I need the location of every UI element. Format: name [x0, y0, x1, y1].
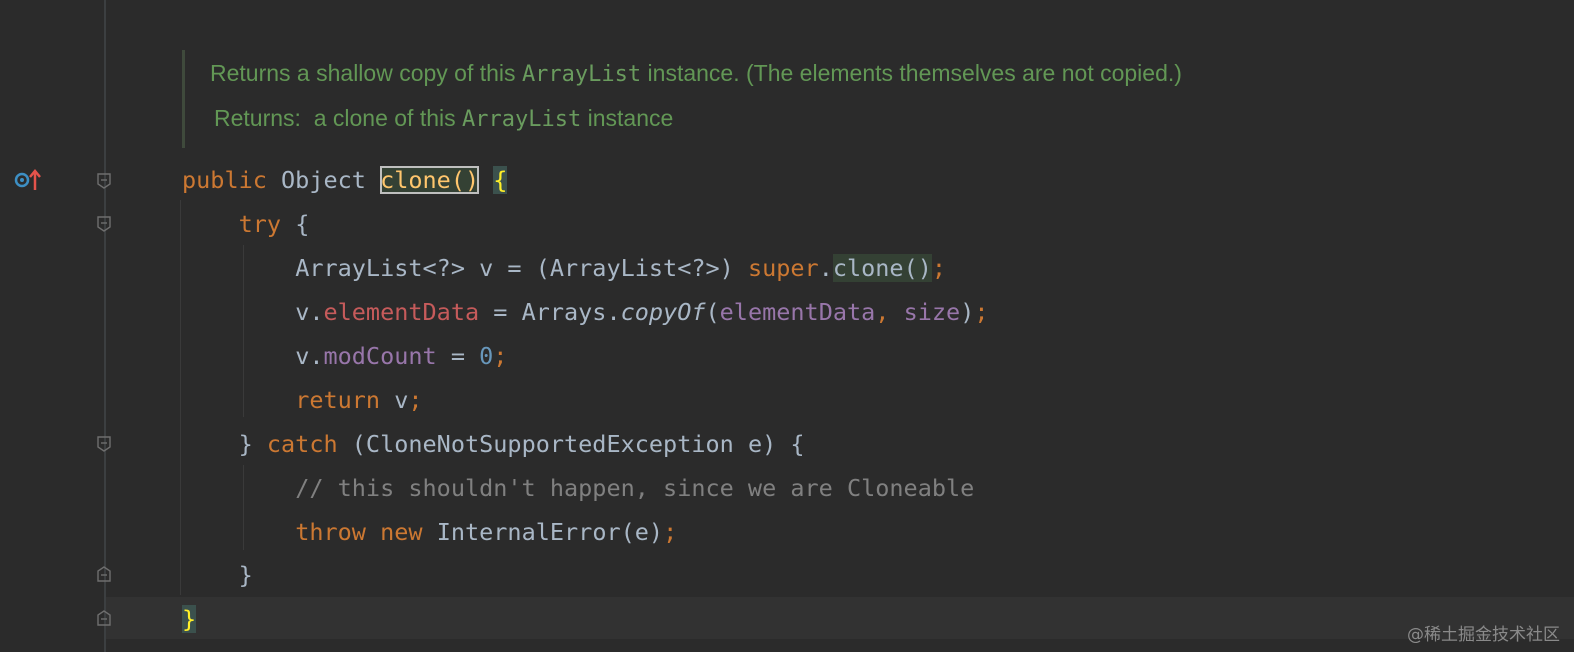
- fold-end-marker-icon[interactable]: [97, 566, 111, 582]
- code-text: ): [960, 298, 975, 326]
- code-line-1[interactable]: public Object clone() {: [182, 158, 508, 202]
- code-line-3[interactable]: ArrayList<?> v = (ArrayList<?>) super.cl…: [182, 246, 946, 290]
- code-text: }: [238, 430, 267, 458]
- matched-brace: {: [493, 166, 508, 194]
- code-text: (CloneNotSupportedException e) {: [337, 430, 805, 458]
- semicolon: ;: [408, 386, 423, 414]
- doc-code-ref: ArrayList: [462, 107, 582, 132]
- code-line-8[interactable]: // this shouldn't happen, since we are C…: [182, 466, 974, 510]
- code-line-6[interactable]: return v;: [182, 378, 423, 422]
- field-reference: elementData: [323, 298, 480, 326]
- doc-returns: Returns: a clone of this ArrayList insta…: [214, 105, 673, 132]
- semicolon: ;: [931, 254, 947, 282]
- field-reference: modCount: [323, 342, 437, 370]
- semicolon: ;: [974, 298, 989, 326]
- code-text: v.: [295, 342, 324, 370]
- fold-marker-icon[interactable]: [97, 436, 111, 452]
- doc-description: Returns a shallow copy of this ArrayList…: [210, 60, 1182, 87]
- code-text: {: [281, 210, 310, 238]
- doc-text: instance. (The elements themselves are n…: [641, 60, 1182, 86]
- code-text: .: [818, 254, 833, 282]
- code-line-5[interactable]: v.modCount = 0;: [182, 334, 507, 378]
- matched-brace: }: [182, 605, 197, 633]
- keyword: throw: [295, 518, 366, 546]
- code-line-4[interactable]: v.elementData = Arrays.copyOf(elementDat…: [182, 290, 989, 334]
- method-name-highlight[interactable]: clone(): [380, 166, 480, 194]
- keyword: new: [380, 518, 423, 546]
- line-comment: // this shouldn't happen, since we are C…: [295, 474, 975, 502]
- code-text: =: [436, 342, 480, 370]
- code-text: v.: [295, 298, 324, 326]
- semicolon: ;: [493, 342, 508, 370]
- code-text: ArrayList<?> v = (ArrayList<?>): [295, 254, 748, 282]
- keyword: super: [747, 254, 819, 282]
- code-editor[interactable]: Returns a shallow copy of this ArrayList…: [0, 0, 1574, 652]
- semicolon: ;: [663, 518, 678, 546]
- code-text: InternalError(e): [422, 518, 664, 546]
- number-literal: 0: [479, 342, 494, 370]
- code-line-10[interactable]: }: [182, 553, 253, 597]
- fold-marker-icon[interactable]: [97, 173, 111, 189]
- keyword: catch: [266, 430, 338, 458]
- override-method-icon[interactable]: [14, 168, 44, 194]
- indent-guide: [180, 200, 181, 595]
- current-line-highlight: [106, 597, 1574, 639]
- usage-highlight[interactable]: clone(): [832, 254, 932, 282]
- code-line-7[interactable]: } catch (CloneNotSupportedException e) {: [182, 422, 805, 466]
- field-reference: elementData: [719, 298, 876, 326]
- fold-marker-icon[interactable]: [97, 216, 111, 232]
- keyword: try: [238, 210, 282, 238]
- doc-text: instance: [581, 105, 674, 131]
- keyword: public: [182, 166, 267, 194]
- doc-text: Returns a shallow copy of this: [210, 60, 522, 86]
- javadoc-block: Returns a shallow copy of this ArrayList…: [182, 50, 1425, 148]
- field-reference: size: [903, 298, 961, 326]
- fold-end-marker-icon[interactable]: [97, 610, 111, 626]
- doc-code-ref: ArrayList: [521, 62, 642, 87]
- keyword: return: [295, 386, 381, 414]
- code-line-2[interactable]: try {: [182, 202, 310, 246]
- doc-text: Returns: a clone of this: [214, 105, 463, 131]
- code-text: (: [705, 298, 720, 326]
- code-text: Object: [266, 166, 381, 194]
- static-method-call: copyOf: [620, 298, 706, 326]
- code-line-9[interactable]: throw new InternalError(e);: [182, 510, 677, 554]
- comma: ,: [875, 298, 904, 326]
- gutter-divider: [104, 0, 106, 652]
- code-text: v: [380, 386, 409, 414]
- code-line-11[interactable]: }: [182, 597, 197, 641]
- code-text: }: [238, 561, 253, 589]
- watermark: @稀土掘金技术社区: [1407, 625, 1560, 645]
- code-text: = Arrays.: [479, 298, 621, 326]
